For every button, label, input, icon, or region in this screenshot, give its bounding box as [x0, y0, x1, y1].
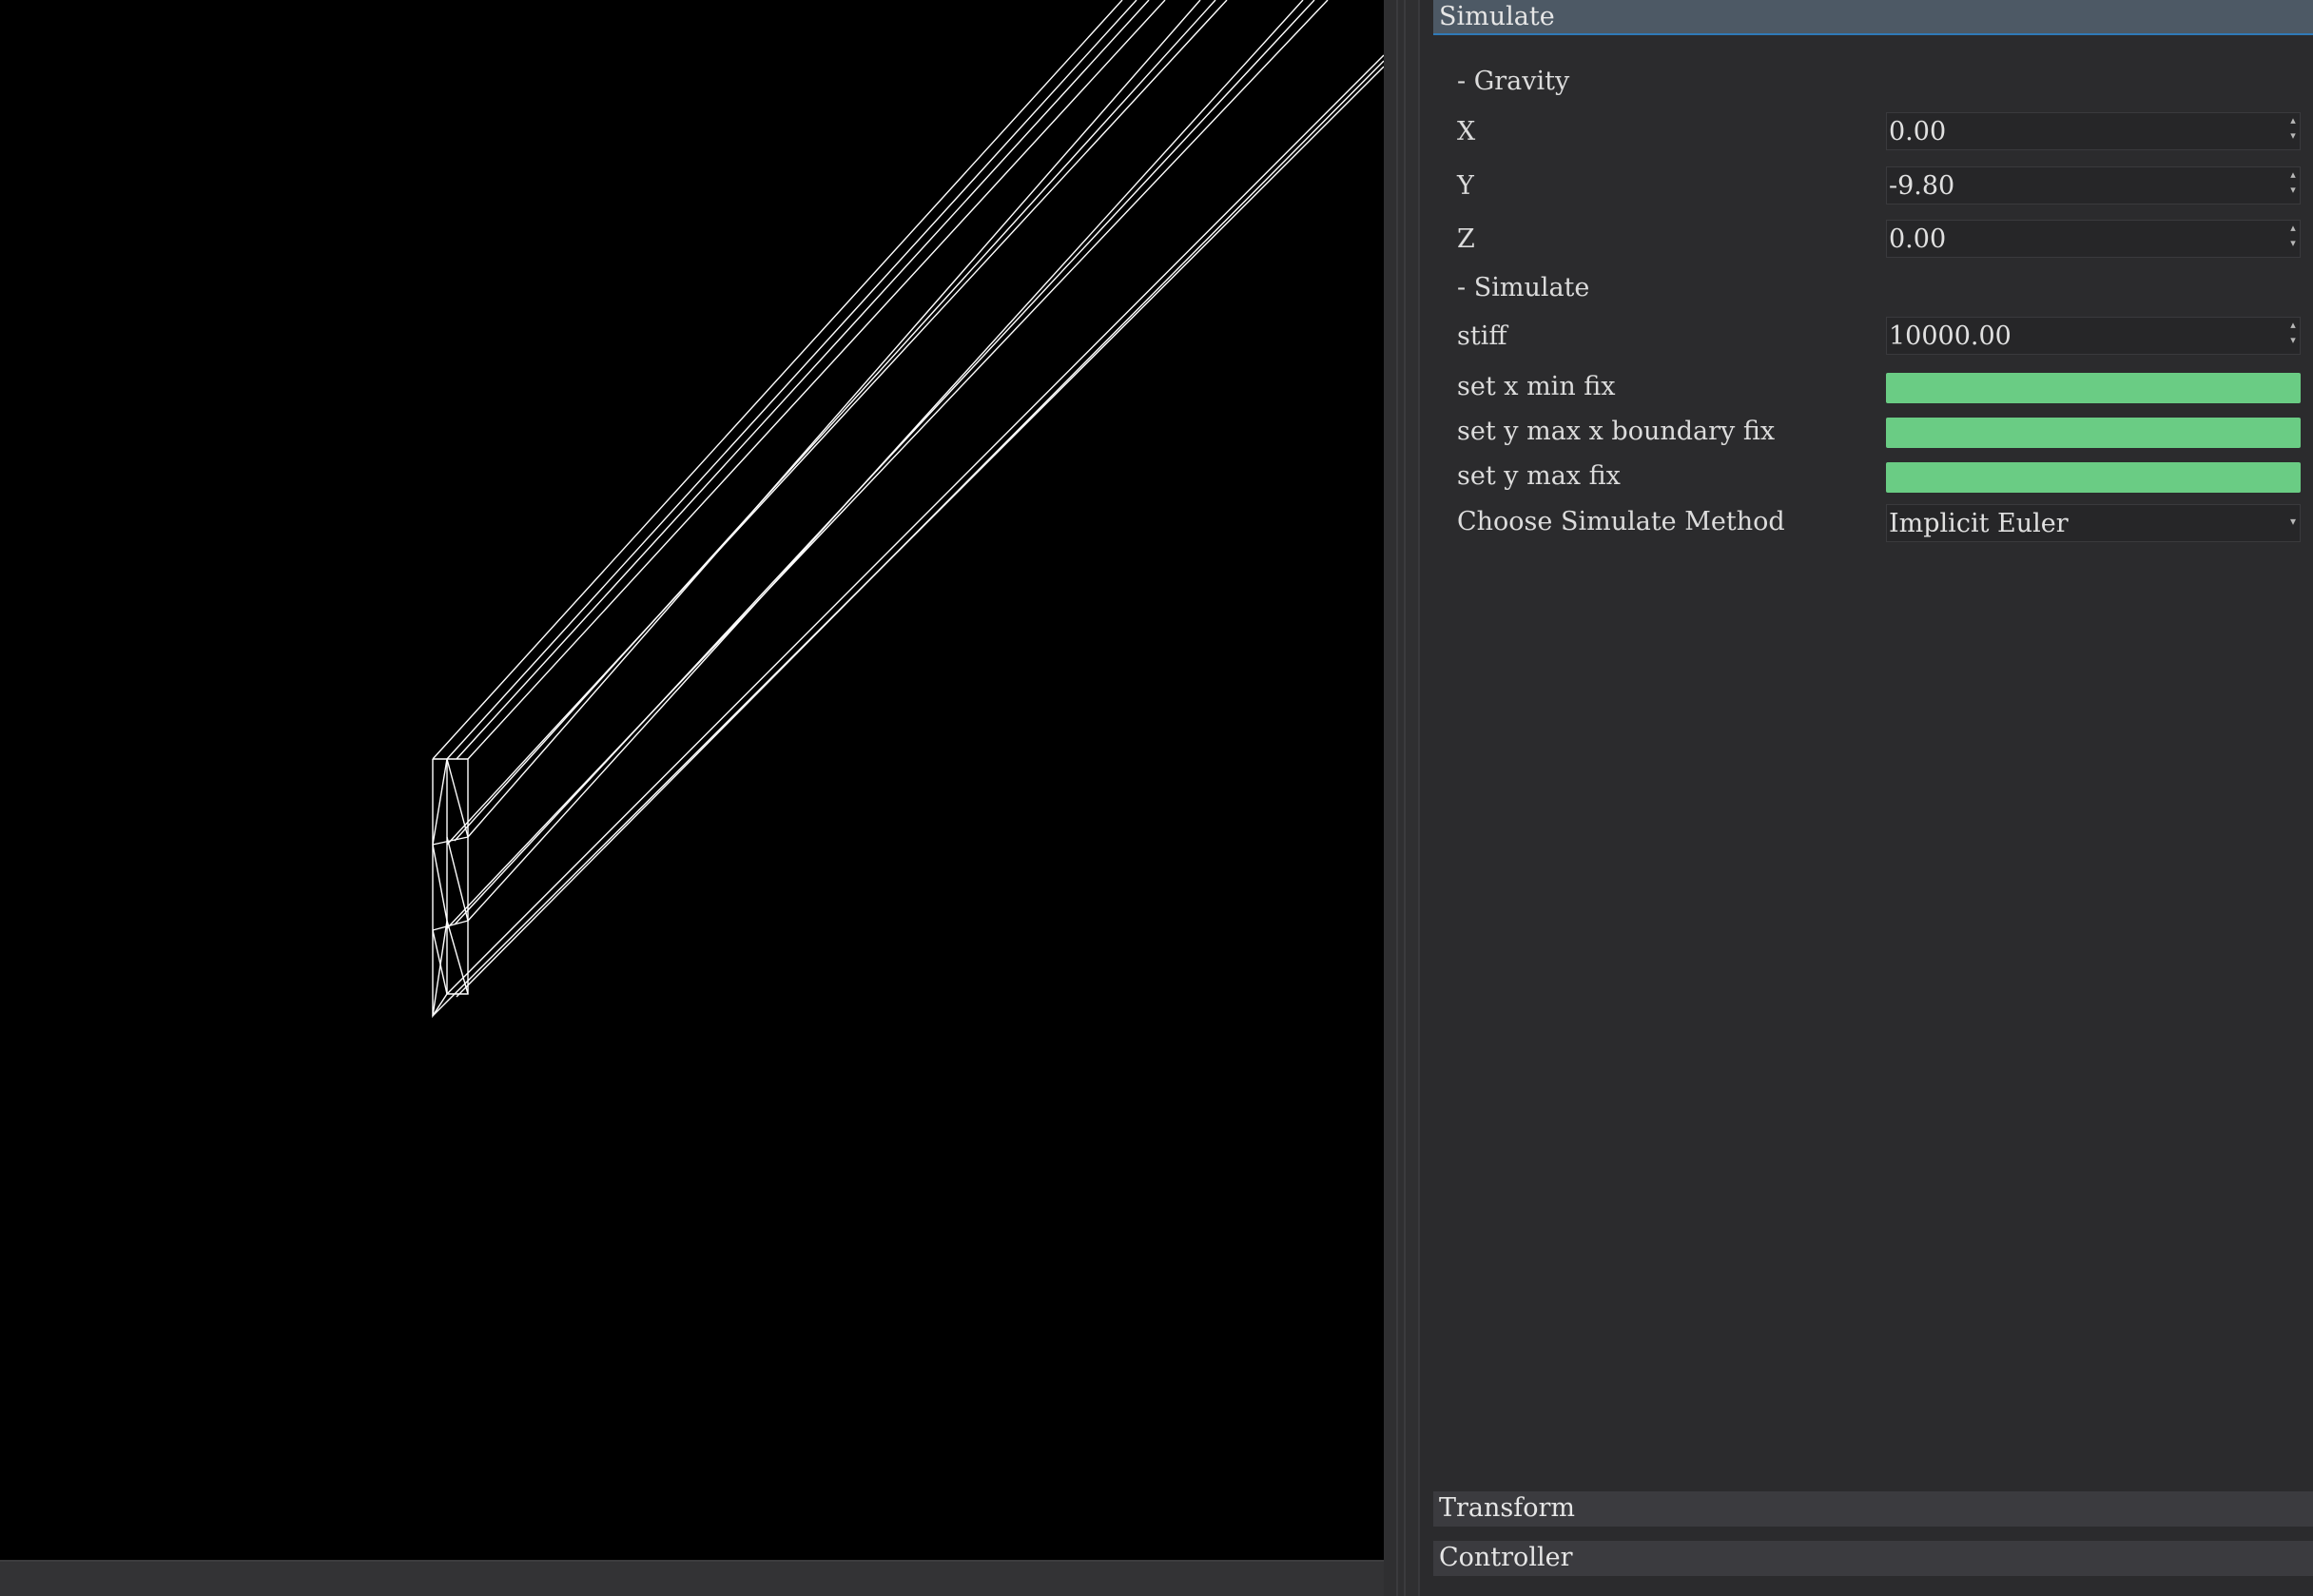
gravity-z-value[interactable]: 0.00 [1889, 223, 1946, 257]
set-y-max-fix-toggle[interactable] [1886, 462, 2301, 493]
spin-up-arrow-icon[interactable]: ▴ [2286, 113, 2300, 128]
set-x-min-fix-label: set x min fix [1457, 372, 1616, 401]
gravity-y-value[interactable]: -9.80 [1889, 169, 1954, 204]
splitter-line [1396, 0, 1398, 1596]
mesh-diagonal [446, 836, 469, 922]
gravity-z-spinbox[interactable]: 0.00 ▴ ▾ [1886, 220, 2301, 258]
mesh-long-edge [456, 0, 1150, 760]
gravity-x-label: X [1457, 117, 1476, 146]
spin-down-arrow-icon[interactable]: ▾ [2286, 236, 2300, 251]
mesh-long-edge [446, 0, 1137, 760]
section-header-simulate[interactable]: Simulate [1433, 0, 2313, 35]
spin-arrows[interactable]: ▴ ▾ [2286, 318, 2300, 354]
mesh-long-edge [432, 66, 1384, 1017]
wireframe-mesh [432, 0, 1384, 1019]
set-y-max-x-boundary-fix-toggle[interactable] [1886, 418, 2301, 448]
section-header-controller[interactable]: Controller [1433, 1541, 2313, 1576]
app-window: Simulate - Gravity X 0.00 ▴ ▾ Y -9.80 ▴ … [0, 0, 2313, 1596]
spin-arrows[interactable]: ▴ ▾ [2286, 113, 2300, 149]
mesh-diagonal [432, 920, 448, 1017]
spin-arrows[interactable]: ▴ ▾ [2286, 221, 2300, 257]
spin-down-arrow-icon[interactable]: ▾ [2286, 333, 2300, 348]
stiff-value[interactable]: 10000.00 [1889, 320, 2012, 354]
stiff-spinbox[interactable]: 10000.00 ▴ ▾ [1886, 317, 2301, 355]
simulate-method-label: Choose Simulate Method [1457, 507, 1785, 536]
spin-up-arrow-icon[interactable]: ▴ [2286, 221, 2300, 236]
simulate-method-value[interactable]: Implicit Euler [1889, 507, 2069, 541]
mesh-diagonal [432, 929, 448, 995]
gravity-z-label: Z [1457, 224, 1475, 254]
3d-viewport[interactable] [0, 0, 1384, 1560]
set-y-max-fix-label: set y max fix [1457, 461, 1621, 491]
mesh-long-edge [446, 0, 1329, 929]
spin-up-arrow-icon[interactable]: ▴ [2286, 167, 2300, 183]
mesh-diagonal [432, 758, 448, 846]
simulate-method-dropdown[interactable]: Implicit Euler ▾ [1886, 504, 2301, 542]
mesh-long-edge [446, 0, 1228, 846]
property-panel: Simulate - Gravity X 0.00 ▴ ▾ Y -9.80 ▴ … [1418, 0, 2313, 1596]
mesh-long-edge [467, 0, 1201, 838]
mesh-long-edge [454, 0, 1315, 925]
gravity-x-value[interactable]: 0.00 [1889, 115, 1946, 149]
spin-arrows[interactable]: ▴ ▾ [2286, 167, 2300, 204]
spin-down-arrow-icon[interactable]: ▾ [2286, 128, 2300, 144]
mesh-long-edge [454, 0, 1216, 842]
spin-up-arrow-icon[interactable]: ▴ [2286, 318, 2300, 333]
spin-down-arrow-icon[interactable]: ▾ [2286, 183, 2300, 198]
gravity-y-label: Y [1457, 171, 1474, 201]
panel-splitter[interactable] [1384, 0, 1418, 1596]
mesh-diagonal [432, 844, 448, 922]
mesh-long-edge [446, 54, 1384, 995]
chevron-down-icon[interactable]: ▾ [2290, 515, 2296, 528]
splitter-line [1404, 0, 1406, 1596]
mesh-long-edge [432, 0, 1123, 760]
gravity-group-toggle[interactable]: - Gravity [1457, 67, 1569, 96]
viewport-status-strip [0, 1560, 1384, 1596]
gravity-x-spinbox[interactable]: 0.00 ▴ ▾ [1886, 112, 2301, 150]
gravity-y-spinbox[interactable]: -9.80 ▴ ▾ [1886, 166, 2301, 204]
section-header-transform[interactable]: Transform [1433, 1491, 2313, 1527]
set-y-max-x-boundary-fix-label: set y max x boundary fix [1457, 417, 1776, 446]
stiff-label: stiff [1457, 321, 1507, 351]
simulate-group-toggle[interactable]: - Simulate [1457, 273, 1589, 302]
set-x-min-fix-toggle[interactable] [1886, 373, 2301, 403]
